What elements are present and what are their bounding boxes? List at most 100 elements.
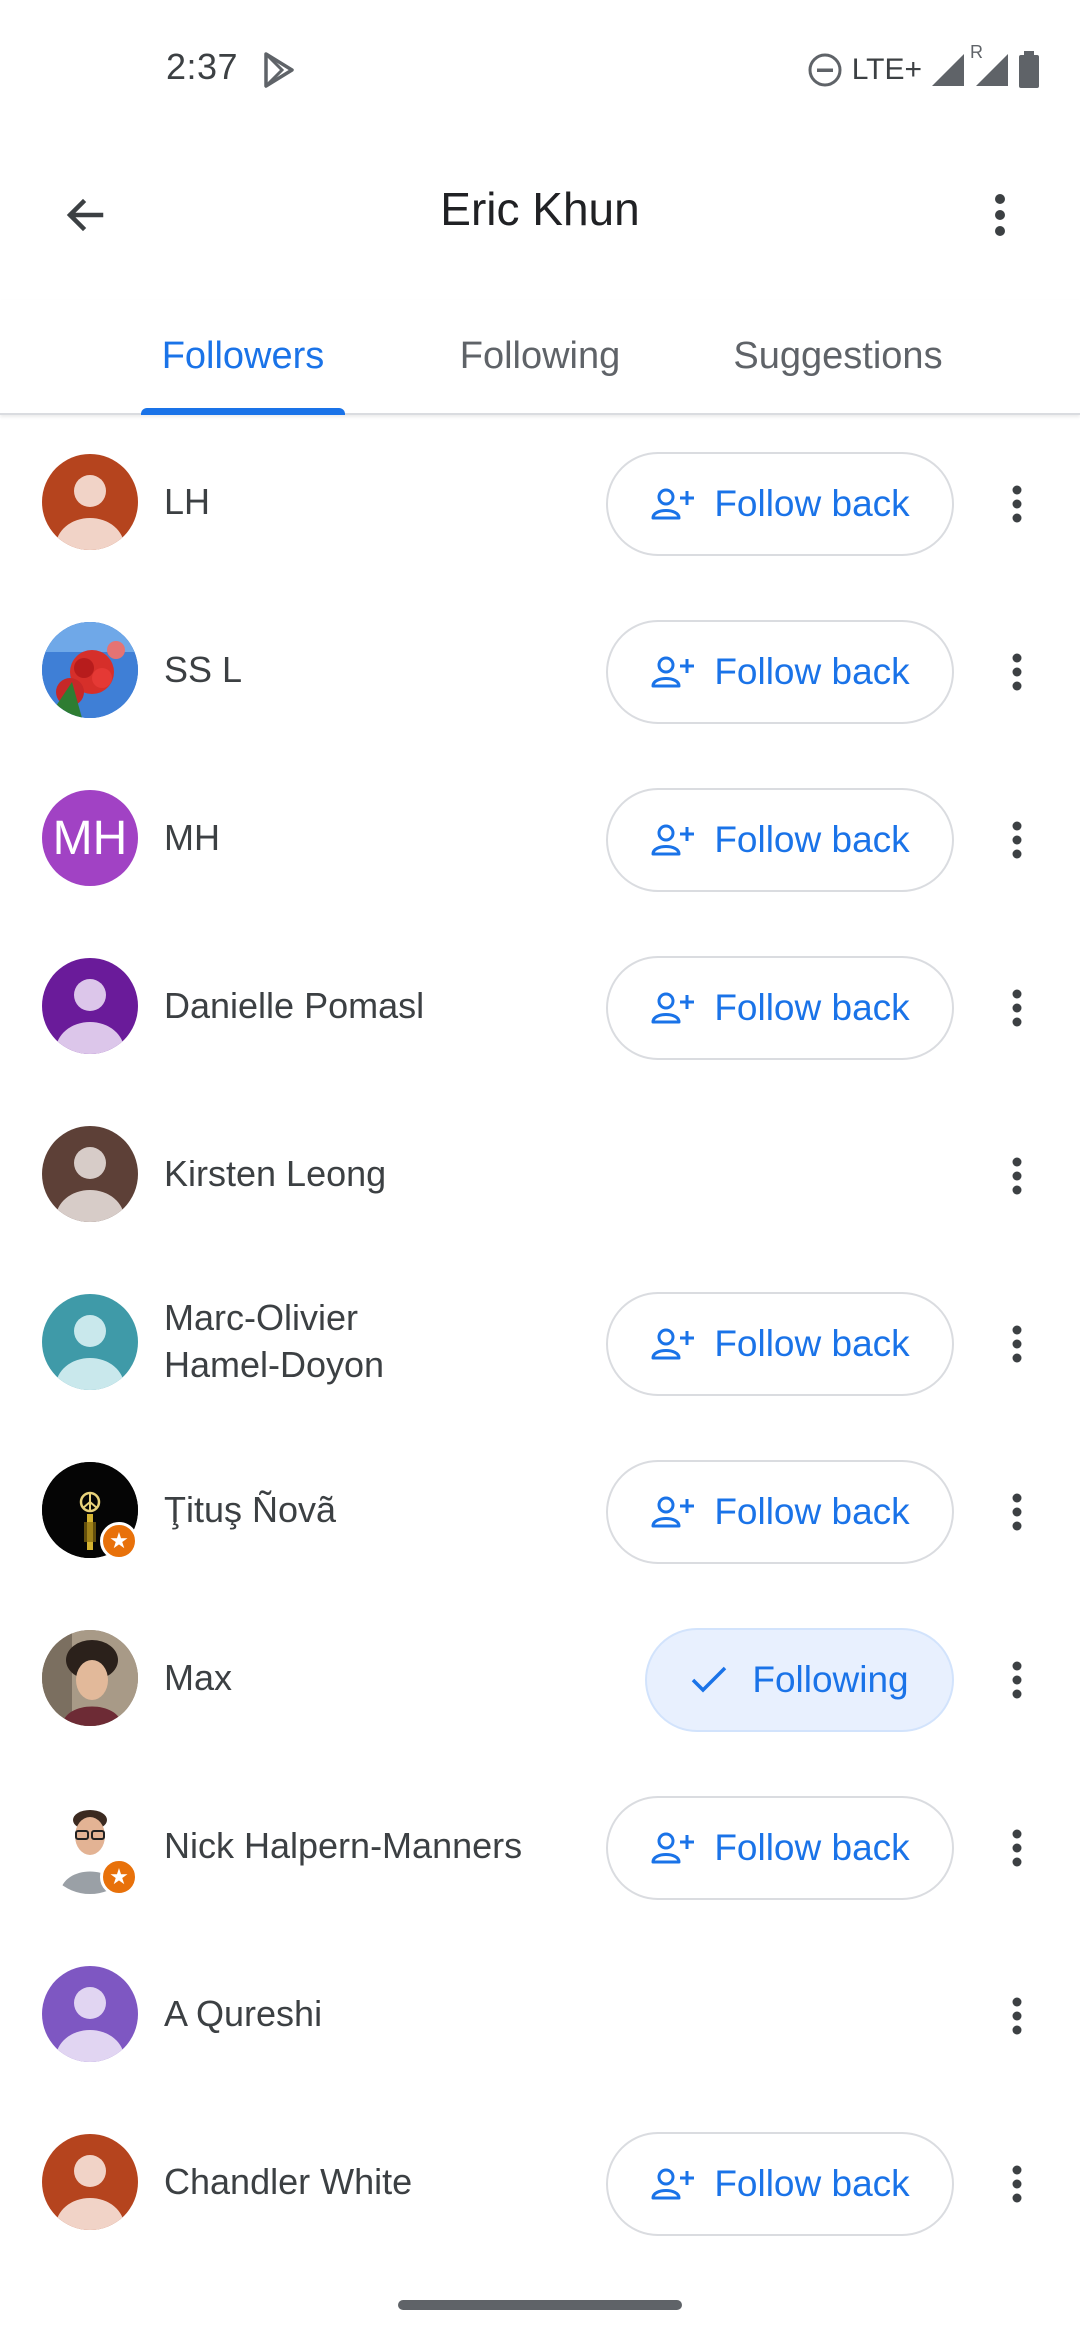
follower-name: Max <box>164 1657 233 1698</box>
more-vert-icon <box>1012 485 1022 523</box>
flowers-photo-icon <box>42 622 138 718</box>
follower-name: Kirsten Leong <box>164 1153 387 1194</box>
follower-name: Chandler White <box>164 2161 413 2202</box>
avatar[interactable] <box>42 1966 138 2062</box>
row-more-button[interactable] <box>1000 1813 1034 1883</box>
avatar[interactable] <box>42 2134 138 2230</box>
avatar-initials: MH <box>52 811 128 865</box>
home-indicator[interactable] <box>398 2300 682 2310</box>
status-bar: 2:37 LTE+ R <box>0 0 1080 140</box>
person-silhouette-icon <box>56 1987 124 2062</box>
follower-name: Danielle Pomasl <box>164 985 425 1026</box>
row-more-button[interactable] <box>1000 1645 1034 1715</box>
person-silhouette-icon <box>56 475 124 550</box>
row-more-button[interactable] <box>1000 1141 1034 1211</box>
follow-back-button[interactable]: Follow back <box>606 620 954 724</box>
person-silhouette-icon <box>56 2155 124 2230</box>
row-more-button[interactable] <box>1000 2149 1034 2219</box>
active-tab-indicator <box>141 408 345 415</box>
row-more-button[interactable] <box>1000 1477 1034 1547</box>
more-vert-icon <box>1012 2165 1022 2203</box>
row-more-button[interactable] <box>1000 1309 1034 1379</box>
person-silhouette-icon <box>56 979 124 1054</box>
follow-back-button[interactable]: Follow back <box>606 956 954 1060</box>
avatar[interactable] <box>42 1630 138 1726</box>
follow-back-label: Follow back <box>714 483 910 524</box>
app-bar: Eric Khun <box>0 150 1080 270</box>
person-add-icon <box>651 992 695 1024</box>
person-add-icon <box>651 488 695 520</box>
signal-icon <box>930 52 966 88</box>
list-item[interactable]: Max Following <box>0 1596 1080 1764</box>
follow-back-button[interactable]: Follow back <box>606 1292 954 1396</box>
avatar[interactable] <box>42 1294 138 1390</box>
tab-followers[interactable]: Followers <box>131 300 355 413</box>
avatar[interactable] <box>42 1126 138 1222</box>
more-vert-icon <box>1012 1157 1022 1195</box>
list-item[interactable]: LH Follow back <box>0 420 1080 588</box>
list-item[interactable]: Marc-Olivier Hamel-Doyon Follow back <box>0 1260 1080 1428</box>
row-more-button[interactable] <box>1000 1981 1034 2051</box>
avatar[interactable] <box>42 622 138 718</box>
list-item[interactable]: Kirsten Leong <box>0 1092 1080 1260</box>
follow-back-label: Follow back <box>714 1827 910 1868</box>
follow-back-label: Follow back <box>714 987 910 1028</box>
follower-name: Ţituş Ñovã <box>164 1489 337 1530</box>
more-vert-icon <box>1012 1829 1022 1867</box>
person-add-icon <box>651 656 695 688</box>
follower-name-line1: Marc-Olivier <box>164 1297 358 1338</box>
person-add-icon <box>651 1328 695 1360</box>
row-more-button[interactable] <box>1000 805 1034 875</box>
more-vert-icon <box>1012 989 1022 1027</box>
more-vert-icon <box>1012 1493 1022 1531</box>
follow-back-button[interactable]: Follow back <box>606 2132 954 2236</box>
list-item[interactable]: ★ Ţituş Ñovã Follow back <box>0 1428 1080 1596</box>
list-item[interactable]: MH MH Follow back <box>0 756 1080 924</box>
list-item[interactable]: A Qureshi <box>0 1932 1080 2100</box>
tab-following[interactable]: Following <box>430 300 650 413</box>
more-options-button[interactable] <box>970 180 1030 250</box>
follow-back-button[interactable]: Follow back <box>606 1796 954 1900</box>
following-button[interactable]: Following <box>645 1628 954 1732</box>
following-label: Following <box>752 1659 909 1700</box>
more-vert-icon <box>1012 821 1022 859</box>
list-item[interactable]: SS L Follow back <box>0 588 1080 756</box>
list-item[interactable]: Chandler White Follow back <box>0 2100 1080 2268</box>
more-vert-icon <box>1012 1997 1022 2035</box>
roaming-indicator: R <box>970 42 983 62</box>
page-title: Eric Khun <box>440 183 640 235</box>
follower-name: Nick Halpern-Manners <box>164 1825 523 1866</box>
follower-name: LH <box>164 481 211 522</box>
more-vert-icon <box>1012 1661 1022 1699</box>
follower-name: MH <box>164 817 220 858</box>
avatar[interactable]: MH <box>42 790 138 886</box>
status-icons: LTE+ R <box>806 42 1040 92</box>
follow-back-button[interactable]: Follow back <box>606 788 954 892</box>
row-more-button[interactable] <box>1000 469 1034 539</box>
tab-bar: Followers Following Suggestions <box>0 300 1080 415</box>
follower-name: Marc-Olivier Hamel-Doyon <box>164 1294 384 1388</box>
follow-back-button[interactable]: Follow back <box>606 1460 954 1564</box>
follow-back-label: Follow back <box>714 1491 910 1532</box>
list-item[interactable]: Danielle Pomasl Follow back <box>0 924 1080 1092</box>
play-icon <box>258 50 298 90</box>
more-vert-icon <box>1012 653 1022 691</box>
follow-back-label: Follow back <box>714 1323 910 1364</box>
avatar[interactable] <box>42 454 138 550</box>
person-add-icon <box>651 1832 695 1864</box>
follow-back-button[interactable]: Follow back <box>606 452 954 556</box>
avatar[interactable] <box>42 958 138 1054</box>
list-item[interactable]: ★ Nick Halpern-Manners Follow back <box>0 1764 1080 1932</box>
row-more-button[interactable] <box>1000 637 1034 707</box>
person-add-icon <box>651 2168 695 2200</box>
network-type: LTE+ <box>851 53 922 86</box>
check-icon <box>692 1666 727 1693</box>
follow-back-label: Follow back <box>714 819 910 860</box>
person-silhouette-icon <box>56 1147 124 1222</box>
battery-icon <box>1018 51 1040 89</box>
person-add-icon <box>651 1496 695 1528</box>
row-more-button[interactable] <box>1000 973 1034 1043</box>
star-badge-icon: ★ <box>100 1858 138 1896</box>
follow-back-label: Follow back <box>714 2163 910 2204</box>
tab-suggestions[interactable]: Suggestions <box>716 300 960 413</box>
